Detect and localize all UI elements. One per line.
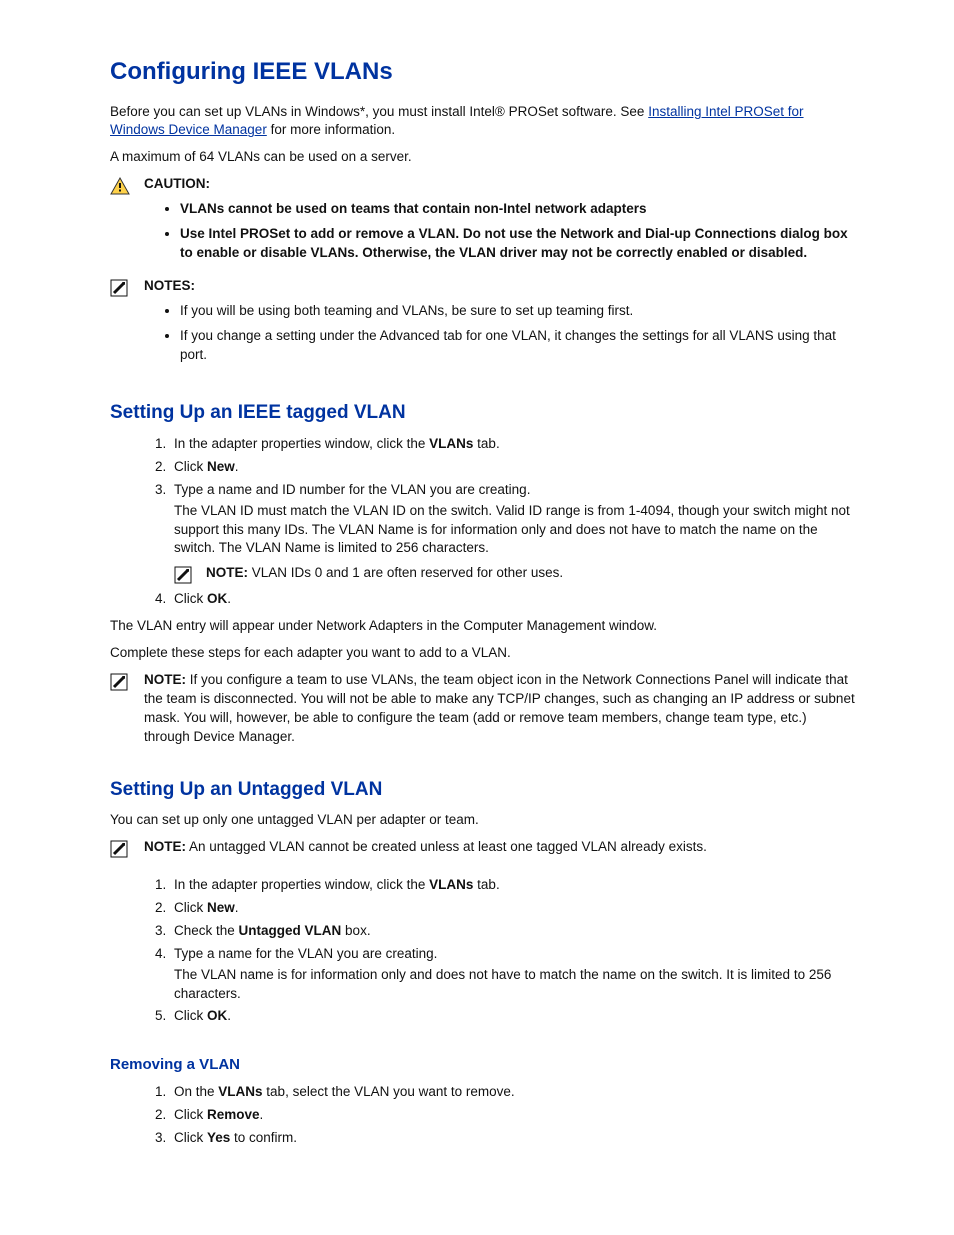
- notes-callout: NOTES: If you will be using both teaming…: [110, 277, 856, 371]
- heading-removing-vlan: Removing a VLAN: [110, 1054, 856, 1075]
- text: Type a name for the VLAN you are creatin…: [174, 946, 437, 961]
- text: tab.: [473, 877, 499, 892]
- list-item: Click OK.: [170, 1007, 856, 1026]
- list-item: In the adapter properties window, click …: [170, 435, 856, 454]
- text: Complete these steps for each adapter yo…: [110, 644, 856, 663]
- list-item: Click Remove.: [170, 1106, 856, 1125]
- text: The VLAN entry will appear under Network…: [110, 617, 856, 636]
- text: On the: [174, 1084, 218, 1099]
- text: VLANs: [429, 877, 473, 892]
- list-item: If you will be using both teaming and VL…: [180, 302, 856, 321]
- text: Click: [174, 591, 207, 606]
- caution-label: CAUTION:: [144, 176, 210, 191]
- team-note-callout: NOTE: If you configure a team to use VLA…: [110, 671, 856, 747]
- document-page: Configuring IEEE VLANs Before you can se…: [0, 0, 954, 1192]
- untagged-steps: In the adapter properties window, click …: [110, 876, 856, 1026]
- text: .: [227, 1008, 231, 1023]
- note-label: NOTE:: [144, 672, 186, 687]
- text: VLAN IDs 0 and 1 are often reserved for …: [248, 565, 563, 580]
- text: .: [235, 459, 239, 474]
- text: Click: [174, 1130, 207, 1145]
- list-item: If you change a setting under the Advanc…: [180, 327, 856, 365]
- text: to confirm.: [230, 1130, 297, 1145]
- list-item: VLANs cannot be used on teams that conta…: [180, 200, 856, 219]
- tagged-steps: In the adapter properties window, click …: [110, 435, 856, 609]
- text: Click: [174, 1008, 207, 1023]
- note-icon: [110, 671, 136, 691]
- text: If you configure a team to use VLANs, th…: [144, 672, 855, 744]
- list-item: Click New.: [170, 899, 856, 918]
- untagged-note-callout: NOTE: An untagged VLAN cannot be created…: [110, 838, 856, 858]
- text: An untagged VLAN cannot be created unles…: [186, 839, 707, 854]
- text: VLANs: [429, 436, 473, 451]
- inline-note: NOTE: VLAN IDs 0 and 1 are often reserve…: [174, 564, 856, 584]
- text: Check the: [174, 923, 239, 938]
- list-item: Type a name for the VLAN you are creatin…: [170, 945, 856, 1004]
- note-icon: [110, 277, 136, 297]
- text: Click: [174, 1107, 207, 1122]
- caution-callout: CAUTION: VLANs cannot be used on teams t…: [110, 175, 856, 269]
- text: tab, select the VLAN you want to remove.: [263, 1084, 515, 1099]
- text: .: [235, 900, 239, 915]
- caution-icon: [110, 175, 136, 195]
- text: Click: [174, 459, 207, 474]
- note-label: NOTE:: [144, 839, 186, 854]
- note-icon: [110, 838, 136, 858]
- heading-untagged-vlan: Setting Up an Untagged VLAN: [110, 777, 856, 804]
- intro-paragraph: Before you can set up VLANs in Windows*,…: [110, 103, 856, 141]
- heading-tagged-vlan: Setting Up an IEEE tagged VLAN: [110, 400, 856, 427]
- list-item: Use Intel PROSet to add or remove a VLAN…: [180, 225, 856, 263]
- text: VLANs cannot be used on teams that conta…: [180, 201, 647, 216]
- note-icon: [174, 564, 198, 584]
- list-item: In the adapter properties window, click …: [170, 876, 856, 895]
- text: In the adapter properties window, click …: [174, 436, 429, 451]
- text: The VLAN name is for information only an…: [174, 966, 856, 1004]
- text: for more information.: [267, 122, 395, 137]
- list-item: Click OK.: [170, 590, 856, 609]
- text: box.: [341, 923, 370, 938]
- notes-label: NOTES:: [144, 278, 195, 293]
- caution-list: VLANs cannot be used on teams that conta…: [144, 200, 856, 263]
- list-item: Type a name and ID number for the VLAN y…: [170, 481, 856, 585]
- text: OK: [207, 591, 227, 606]
- text: Use Intel PROSet to add or remove a VLAN…: [180, 226, 848, 260]
- text: .: [227, 591, 231, 606]
- text: .: [260, 1107, 264, 1122]
- list-item: On the VLANs tab, select the VLAN you wa…: [170, 1083, 856, 1102]
- text: New: [207, 900, 235, 915]
- text: OK: [207, 1008, 227, 1023]
- text: In the adapter properties window, click …: [174, 877, 429, 892]
- text: Click: [174, 900, 207, 915]
- notes-list: If you will be using both teaming and VL…: [144, 302, 856, 365]
- text: Yes: [207, 1130, 230, 1145]
- text: New: [207, 459, 235, 474]
- text: Type a name and ID number for the VLAN y…: [174, 482, 530, 497]
- list-item: Check the Untagged VLAN box.: [170, 922, 856, 941]
- text: The VLAN ID must match the VLAN ID on th…: [174, 502, 856, 559]
- text: VLANs: [218, 1084, 262, 1099]
- list-item: Click Yes to confirm.: [170, 1129, 856, 1148]
- text: Before you can set up VLANs in Windows*,…: [110, 104, 648, 119]
- text: Remove: [207, 1107, 260, 1122]
- text: Untagged VLAN: [239, 923, 342, 938]
- page-title: Configuring IEEE VLANs: [110, 55, 856, 89]
- text: tab.: [473, 436, 499, 451]
- max-vlans-text: A maximum of 64 VLANs can be used on a s…: [110, 148, 856, 167]
- text: You can set up only one untagged VLAN pe…: [110, 811, 856, 830]
- list-item: Click New.: [170, 458, 856, 477]
- remove-steps: On the VLANs tab, select the VLAN you wa…: [110, 1083, 856, 1148]
- note-label: NOTE:: [206, 565, 248, 580]
